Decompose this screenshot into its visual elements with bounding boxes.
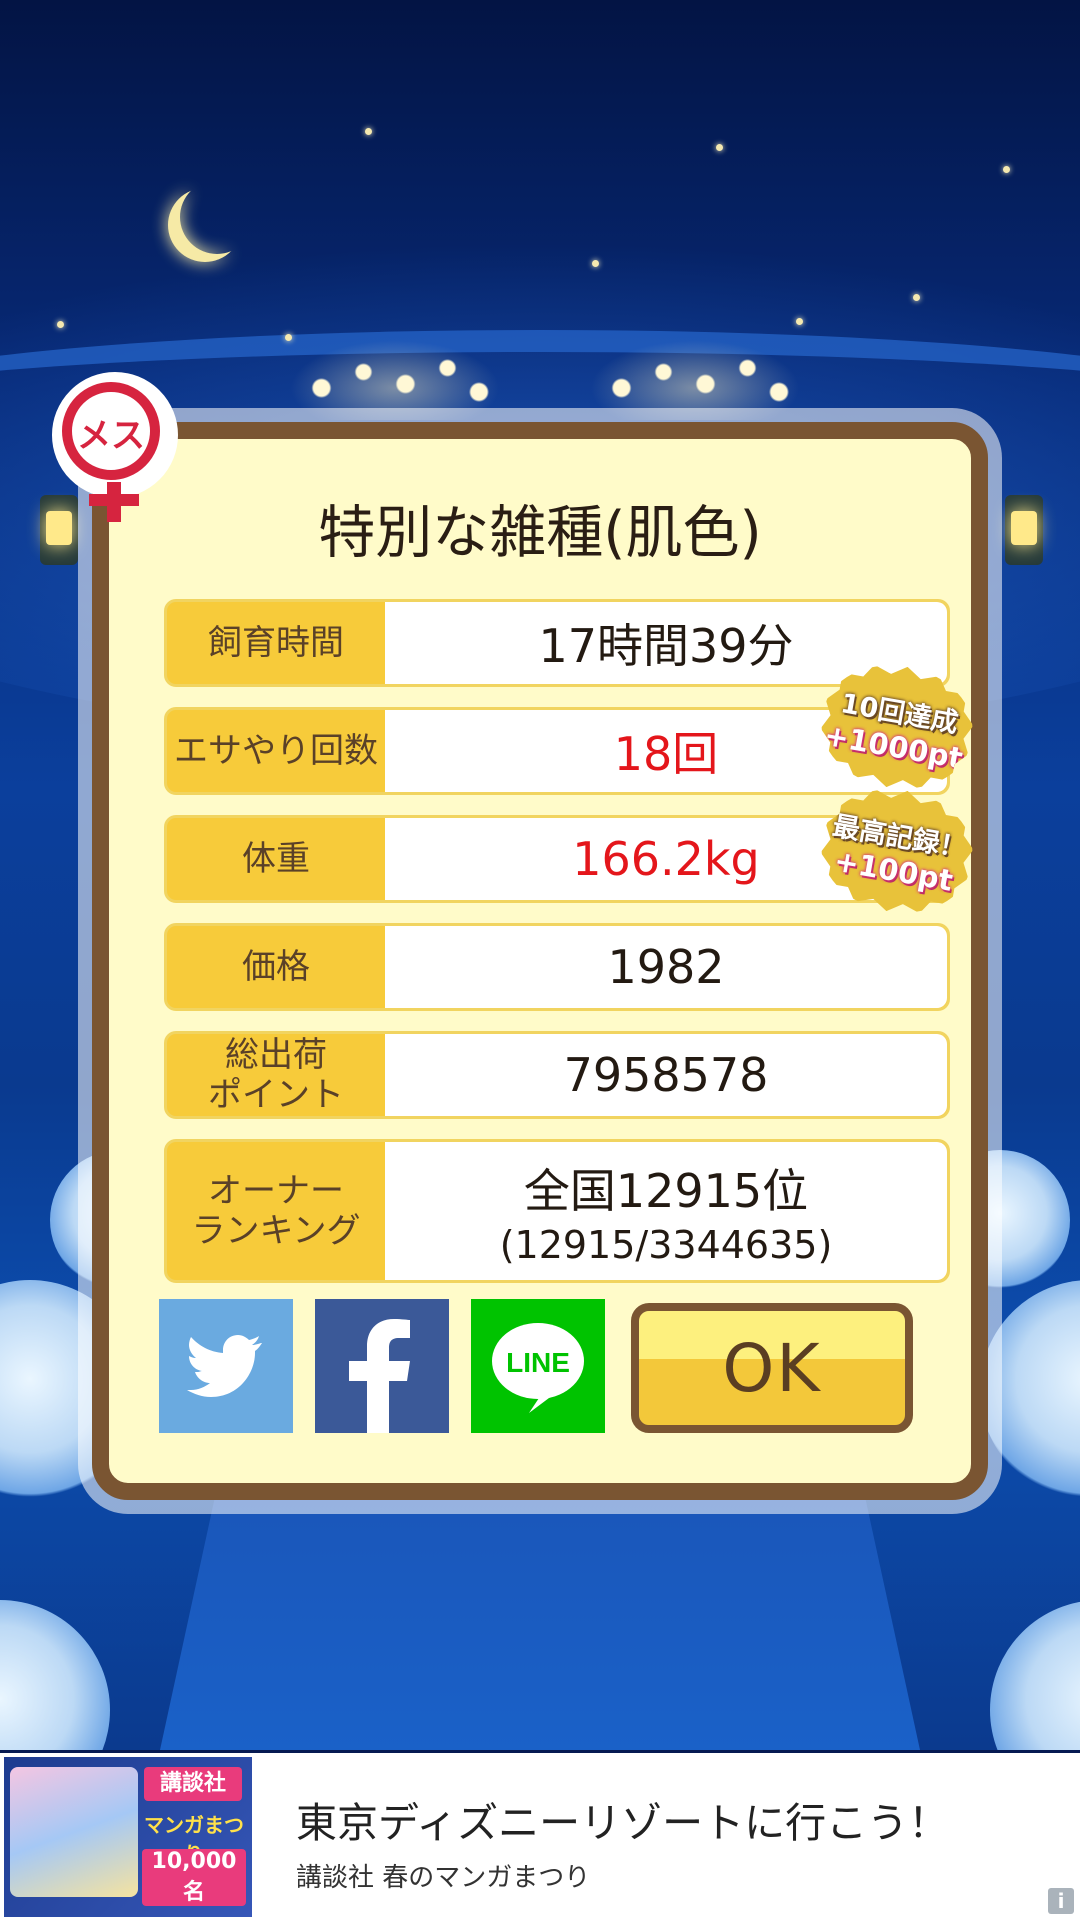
stat-label-line: オーナー bbox=[208, 1171, 344, 1211]
stat-value: 全国12915位 (12915/3344635) bbox=[385, 1142, 947, 1280]
ad-image[interactable]: 講談社 マンガまつり 10,000名 bbox=[4, 1757, 252, 1917]
ranking-detail: (12915/3344635) bbox=[499, 1223, 833, 1267]
light-cluster bbox=[590, 340, 800, 420]
ok-button[interactable]: OK bbox=[631, 1303, 913, 1433]
dialog-title: 特別な雑種(肌色) bbox=[318, 500, 762, 566]
result-dialog: 特別な雑種(肌色) 飼育時間 17時間39分 エサやり回数 18回 体重 166… bbox=[92, 422, 988, 1500]
star-icon bbox=[365, 128, 372, 135]
ad-image-publisher: 講談社 bbox=[144, 1767, 242, 1801]
star-icon bbox=[57, 321, 64, 328]
stat-label: 体重 bbox=[242, 839, 310, 879]
light-globe bbox=[990, 1600, 1080, 1750]
star-icon bbox=[592, 260, 599, 267]
ad-banner[interactable]: 講談社 マンガまつり 10,000名 東京ディズニーリゾートに行こう！ 講談社 … bbox=[0, 1753, 1080, 1920]
stat-label-line: ポイント bbox=[208, 1075, 344, 1115]
street-lamp bbox=[1005, 495, 1043, 565]
twitter-share-button[interactable] bbox=[159, 1299, 293, 1433]
stat-label-line: 総出荷 bbox=[225, 1035, 327, 1075]
ad-image-prize: 10,000名 bbox=[142, 1849, 246, 1906]
female-label: メス bbox=[77, 416, 145, 456]
stat-label: 総出荷 ポイント bbox=[167, 1034, 385, 1116]
star-icon bbox=[796, 318, 803, 325]
stat-label-line: ランキング bbox=[191, 1211, 361, 1251]
stat-value: 17時間39分 bbox=[385, 602, 947, 684]
ad-subtitle: 講談社 春のマンガまつり bbox=[296, 1863, 591, 1893]
ad-info-icon[interactable]: i bbox=[1048, 1888, 1074, 1914]
star-icon bbox=[716, 144, 723, 151]
stat-label: 価格 bbox=[242, 947, 310, 987]
stat-label: エサやり回数 bbox=[174, 731, 378, 771]
light-globe bbox=[980, 1280, 1080, 1500]
line-icon: LINE bbox=[492, 1323, 584, 1413]
twitter-bird-icon bbox=[187, 1335, 262, 1397]
facebook-share-button[interactable] bbox=[315, 1299, 449, 1433]
stat-value: 7958578 bbox=[385, 1034, 947, 1116]
line-label: LINE bbox=[506, 1347, 570, 1378]
line-share-button[interactable]: LINE bbox=[471, 1299, 605, 1433]
light-globe bbox=[0, 1600, 110, 1750]
stat-row-breeding-time: 飼育時間 17時間39分 bbox=[164, 599, 950, 687]
ad-artwork bbox=[10, 1767, 138, 1897]
star-icon bbox=[913, 294, 920, 301]
light-cluster bbox=[290, 340, 500, 420]
stat-row-shipment-points: 総出荷 ポイント 7958578 bbox=[164, 1031, 950, 1119]
stat-label: オーナー ランキング bbox=[167, 1142, 385, 1280]
moon-icon bbox=[180, 180, 254, 254]
female-symbol-bar bbox=[89, 494, 139, 506]
walkway bbox=[160, 1470, 920, 1750]
facebook-f-icon bbox=[349, 1319, 410, 1433]
ad-title[interactable]: 東京ディズニーリゾートに行こう！ bbox=[296, 1789, 949, 1849]
stat-value: 1982 bbox=[385, 926, 947, 1008]
star-icon bbox=[1003, 166, 1010, 173]
stat-row-price: 価格 1982 bbox=[164, 923, 950, 1011]
stat-label: 飼育時間 bbox=[208, 623, 344, 663]
stat-row-owner-ranking: オーナー ランキング 全国12915位 (12915/3344635) bbox=[164, 1139, 950, 1283]
ranking-value: 全国12915位 bbox=[523, 1164, 809, 1218]
female-badge: メス bbox=[52, 372, 178, 522]
